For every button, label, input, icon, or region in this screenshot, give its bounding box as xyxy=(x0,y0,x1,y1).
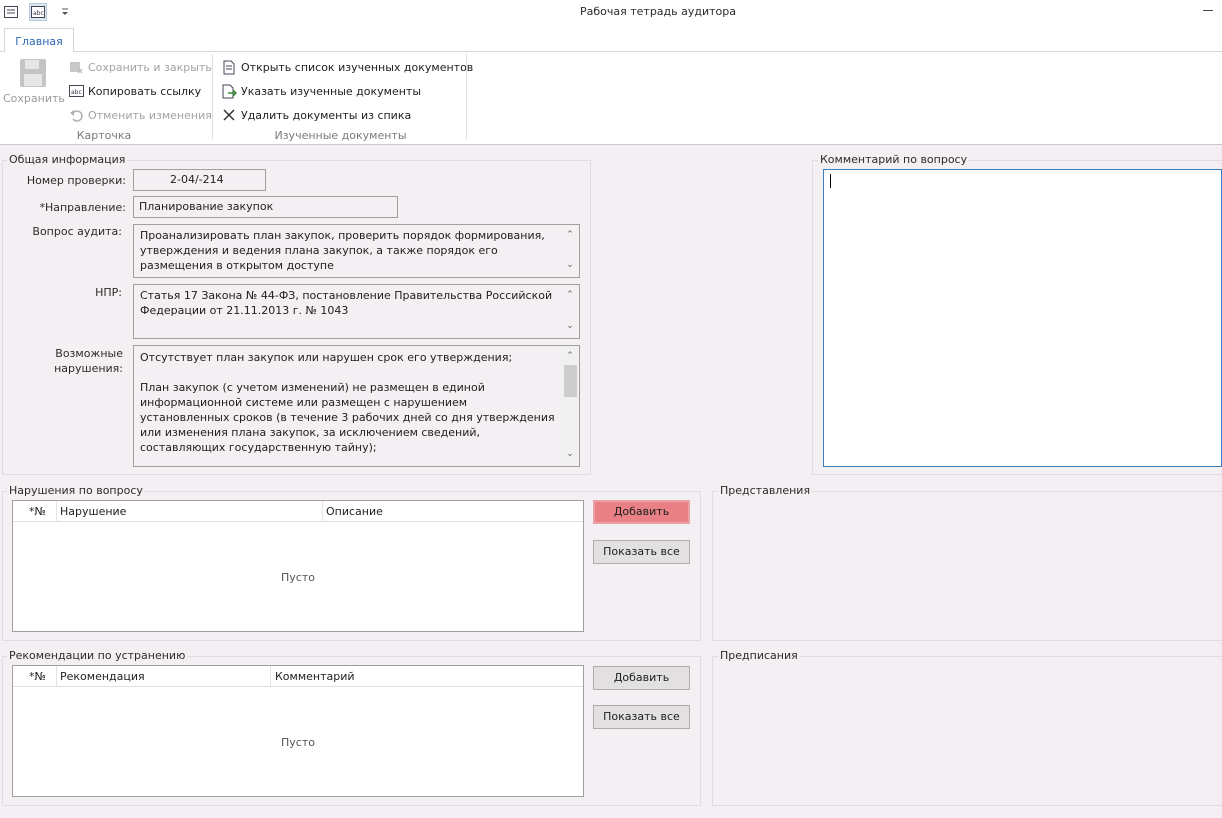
npr-label: НПР: xyxy=(95,286,122,299)
save-label: Сохранить xyxy=(3,92,65,105)
scroll-up-icon[interactable]: ⌃ xyxy=(566,352,574,361)
violations-scrollbar[interactable]: ⌃ ⌄ xyxy=(562,347,578,465)
column-number[interactable]: *№ xyxy=(29,505,46,518)
document-add-icon xyxy=(221,83,237,99)
comment-title: Комментарий по вопросу xyxy=(818,153,970,166)
show-all-violations-button[interactable]: Показать все xyxy=(593,540,690,564)
violation-text-2: План закупок (с учетом изменений) не раз… xyxy=(140,381,555,454)
undo-changes-label: Отменить изменения xyxy=(88,108,212,122)
undo-changes-button[interactable]: Отменить изменения xyxy=(68,105,212,125)
add-violation-button[interactable]: Добавить xyxy=(593,500,690,524)
column-violation[interactable]: Нарушение xyxy=(60,505,126,518)
save-and-close-button[interactable]: Сохранить и закрыть xyxy=(68,57,212,77)
scroll-down-icon[interactable]: ⌄ xyxy=(566,450,574,459)
recommendations-empty-text: Пусто xyxy=(281,736,315,749)
undo-icon xyxy=(68,107,84,123)
npr-field[interactable]: Статья 17 Закона № 44-ФЗ, постановление … xyxy=(133,284,580,339)
group-label-card: Карточка xyxy=(76,129,132,142)
possible-violations-field[interactable]: Отсутствует план закупок или нарушен сро… xyxy=(133,345,580,467)
npr-scrollbar[interactable]: ⌃ ⌄ xyxy=(562,286,578,337)
recommendations-grid[interactable]: *№ Рекомендация Комментарий Пусто xyxy=(12,665,584,797)
window-title: Рабочая тетрадь аудитора xyxy=(580,5,736,18)
possible-violations-label: Возможные нарушения: xyxy=(10,346,123,376)
general-info-title: Общая информация xyxy=(7,153,128,166)
prescriptions-group xyxy=(712,656,1222,806)
show-all-recommendations-button[interactable]: Показать все xyxy=(593,705,690,729)
tab-main[interactable]: Главная xyxy=(4,28,74,53)
recommendations-grid-header: *№ Рекомендация Комментарий xyxy=(13,666,583,687)
comment-textarea[interactable] xyxy=(823,169,1222,467)
possible-violations-label-line2: нарушения: xyxy=(54,362,123,375)
document-icon xyxy=(221,59,237,75)
save-close-icon xyxy=(68,59,84,75)
save-button[interactable]: Сохранить xyxy=(3,58,65,114)
check-number-label: Номер проверки: xyxy=(26,174,126,187)
copy-link-button[interactable]: abc Копировать ссылку xyxy=(68,81,201,101)
audit-question-label: Вопрос аудита: xyxy=(32,225,122,238)
question-scrollbar[interactable]: ⌃ ⌄ xyxy=(562,226,578,276)
delete-x-icon xyxy=(221,107,237,123)
svg-text:abc: abc xyxy=(71,89,82,96)
tab-bar: Главная xyxy=(0,25,1222,53)
remove-docs-button[interactable]: Удалить документы из спика xyxy=(221,105,411,125)
npr-text: Статья 17 Закона № 44-ФЗ, постановление … xyxy=(140,289,553,317)
column-recommendation[interactable]: Рекомендация xyxy=(60,670,145,683)
recommendations-title: Рекомендации по устранению xyxy=(7,649,188,662)
scroll-up-icon[interactable]: ⌃ xyxy=(566,291,574,300)
direction-label: *Направление: xyxy=(39,201,126,214)
scroll-up-icon[interactable]: ⌃ xyxy=(566,231,574,240)
violations-empty-text: Пусто xyxy=(281,571,315,584)
scrollbar-thumb[interactable] xyxy=(564,365,577,397)
ribbon: Сохранить Сохранить и закрыть abc Копиро… xyxy=(0,52,1222,145)
mark-studied-docs-label: Указать изученные документы xyxy=(241,84,422,98)
audit-question-text: Проанализировать план закупок, проверить… xyxy=(140,229,545,272)
open-studied-list-button[interactable]: Открыть список изученных документов xyxy=(221,57,473,77)
violations-grid[interactable]: *№ Нарушение Описание Пусто xyxy=(12,500,584,632)
prescriptions-title: Предписания xyxy=(718,649,800,662)
open-studied-list-label: Открыть список изученных документов xyxy=(241,60,474,74)
violation-text-1: Отсутствует план закупок или нарушен сро… xyxy=(140,351,513,364)
group-label-studied-docs: Изученные документы xyxy=(274,129,407,142)
link-field-icon: abc xyxy=(68,83,84,99)
add-recommendation-button[interactable]: Добавить xyxy=(593,666,690,690)
floppy-disk-icon xyxy=(20,59,46,87)
mark-studied-docs-button[interactable]: Указать изученные документы xyxy=(221,81,421,101)
ribbon-separator xyxy=(466,54,467,140)
copy-link-label: Копировать ссылку xyxy=(88,84,202,98)
text-cursor xyxy=(830,174,831,188)
representations-group xyxy=(712,491,1222,641)
violations-title: Нарушения по вопросу xyxy=(7,484,145,497)
column-number[interactable]: *№ xyxy=(29,670,46,683)
violations-grid-header: *№ Нарушение Описание xyxy=(13,501,583,522)
title-bar: abc Рабочая тетрадь аудитора xyxy=(0,0,1222,25)
representations-title: Представления xyxy=(718,484,813,497)
scroll-down-icon[interactable]: ⌄ xyxy=(566,261,574,270)
audit-question-field[interactable]: Проанализировать план закупок, проверить… xyxy=(133,224,580,278)
save-and-close-label: Сохранить и закрыть xyxy=(88,60,212,74)
minimize-icon[interactable] xyxy=(1202,4,1214,16)
possible-violations-label-line1: Возможные xyxy=(55,347,123,360)
column-description[interactable]: Описание xyxy=(326,505,383,518)
ribbon-separator xyxy=(212,54,213,140)
column-comment[interactable]: Комментарий xyxy=(275,670,355,683)
remove-docs-label: Удалить документы из спика xyxy=(241,108,412,122)
direction-field[interactable]: Планирование закупок xyxy=(133,196,398,218)
scroll-down-icon[interactable]: ⌄ xyxy=(566,322,574,331)
check-number-field[interactable]: 2-04/-214 xyxy=(133,169,266,191)
